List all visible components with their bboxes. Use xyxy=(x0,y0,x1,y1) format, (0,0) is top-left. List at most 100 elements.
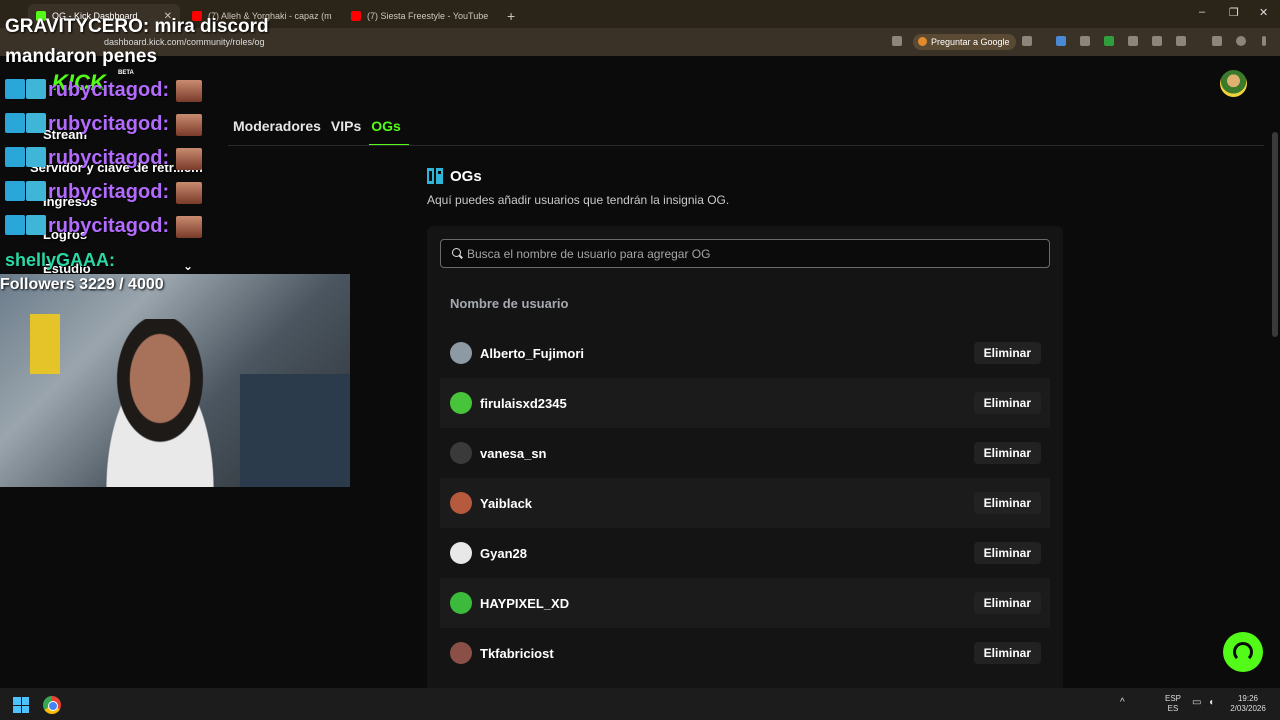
webcam-feed xyxy=(0,274,350,487)
chat-emote-icon xyxy=(176,114,202,136)
screen: OG - Kick Dashboard ✕ (7) Alleh & Yorgha… xyxy=(0,0,1280,720)
search-box xyxy=(440,239,1050,268)
chrome-taskbar-icon[interactable] xyxy=(43,696,61,714)
windows-start-icon[interactable] xyxy=(13,697,29,713)
table-row: HAYPIXEL_XD Eliminar xyxy=(440,578,1050,628)
chat-emote-icon xyxy=(176,80,202,102)
delete-button[interactable]: Eliminar xyxy=(973,342,1041,364)
windows-taskbar xyxy=(0,688,1280,720)
delete-button[interactable]: Eliminar xyxy=(973,542,1041,564)
extension-icon[interactable] xyxy=(1080,36,1090,46)
date: 2/03/2026 xyxy=(1230,704,1266,713)
delete-button[interactable]: Eliminar xyxy=(973,592,1041,614)
tab-moderadores[interactable]: Moderadores xyxy=(233,118,321,144)
avatar xyxy=(450,592,472,614)
close-tab-icon[interactable]: ✕ xyxy=(332,11,336,22)
kick-beta-label: BETA xyxy=(118,70,134,76)
close-tab-icon[interactable]: ✕ xyxy=(488,11,495,22)
user-avatar[interactable] xyxy=(1220,70,1247,97)
tab-vips[interactable]: VIPs xyxy=(331,118,361,144)
tray-chevron-icon[interactable]: ^ xyxy=(1120,698,1125,708)
og-badge-icon xyxy=(26,215,46,235)
headset-icon xyxy=(1233,642,1253,662)
username: Yaiblack xyxy=(480,495,533,511)
new-tab-button[interactable]: + xyxy=(502,4,522,28)
moderator-badge-icon xyxy=(5,79,25,99)
scrollbar[interactable] xyxy=(1272,132,1278,337)
background-bed xyxy=(240,374,350,487)
role-tabs: Moderadores VIPs OGs xyxy=(233,118,411,144)
og-badge-icon xyxy=(427,168,443,184)
chevron-down-icon[interactable]: ⌄ xyxy=(183,259,193,273)
chat-emote-icon xyxy=(176,148,202,170)
avatar xyxy=(450,492,472,514)
og-badge-icon xyxy=(26,79,46,99)
avatar xyxy=(450,342,472,364)
username: Tkfabriciost xyxy=(480,645,554,661)
tab-title: (7) Siesta Freestyle - YouTube xyxy=(367,11,489,21)
minimize-icon[interactable]: – xyxy=(1199,6,1205,18)
table-row: Tkfabriciost Eliminar xyxy=(440,628,1050,678)
moderator-badge-icon xyxy=(5,147,25,167)
section-description: Aquí puedes añadir usuarios que tendrán … xyxy=(427,193,730,207)
browser-tab-youtube-2[interactable]: (7) Siesta Freestyle - YouTube ✕ xyxy=(343,4,495,28)
username: Alberto_Fujimori xyxy=(480,345,585,361)
moderator-badge-icon xyxy=(5,181,25,201)
youtube-favicon-icon xyxy=(351,11,361,21)
chat-username: rubycitagod: xyxy=(48,215,170,237)
chat-username: rubycitagod: xyxy=(48,113,170,135)
chat-emote-icon xyxy=(176,182,202,204)
delete-button[interactable]: Eliminar xyxy=(973,642,1041,664)
profile-avatar-icon[interactable] xyxy=(1236,36,1246,46)
extensions-puzzle-icon[interactable] xyxy=(1176,36,1186,46)
extension-icon[interactable] xyxy=(1128,36,1138,46)
followers-goal: Followers 3229 / 4000 xyxy=(0,276,164,293)
reading-list-icon[interactable] xyxy=(1212,36,1222,46)
og-badge-icon xyxy=(26,113,46,133)
avatar xyxy=(450,642,472,664)
delete-button[interactable]: Eliminar xyxy=(973,442,1041,464)
extension-icon[interactable] xyxy=(1152,36,1162,46)
zoom-icon[interactable] xyxy=(892,36,902,46)
language-indicator[interactable]: ESP ES xyxy=(1164,694,1182,714)
close-window-icon[interactable]: ✕ xyxy=(1259,6,1268,19)
extension-icon[interactable] xyxy=(1104,36,1114,46)
og-badge-icon xyxy=(26,181,46,201)
ask-google-button[interactable]: Preguntar a Google xyxy=(913,34,1016,50)
table-row: vanesa_sn Eliminar xyxy=(440,428,1050,478)
menu-kebab-icon[interactable] xyxy=(1262,36,1266,46)
search-input[interactable] xyxy=(465,240,1049,267)
network-icon[interactable]: ▭ xyxy=(1192,698,1201,708)
clock[interactable]: 19:26 2/03/2026 xyxy=(1226,694,1270,714)
volume-icon[interactable]: ◖ xyxy=(1208,698,1214,708)
bookmark-star-icon[interactable] xyxy=(1022,36,1032,46)
search-icon xyxy=(441,239,465,268)
wall-poster xyxy=(30,314,60,374)
maximize-icon[interactable]: ❐ xyxy=(1229,6,1239,19)
username: vanesa_sn xyxy=(480,445,547,461)
avatar xyxy=(450,442,472,464)
lang-top: ESP xyxy=(1164,694,1181,703)
username: Gyan28 xyxy=(480,545,527,561)
chat-username: rubycitagod: xyxy=(48,181,170,203)
divider xyxy=(228,145,1264,146)
moderator-badge-icon xyxy=(5,113,25,133)
delete-button[interactable]: Eliminar xyxy=(973,492,1041,514)
moderator-badge-icon xyxy=(5,215,25,235)
chat-emote-icon xyxy=(176,216,202,238)
delete-button[interactable]: Eliminar xyxy=(973,392,1041,414)
table-row: Gyan28 Eliminar xyxy=(440,528,1050,578)
extension-icon[interactable] xyxy=(1056,36,1066,46)
tab-ogs[interactable]: OGs xyxy=(371,118,401,144)
chat-username: shellyGAAA: xyxy=(5,250,116,270)
table-row: Alberto_Fujimori Eliminar xyxy=(440,328,1050,378)
help-button[interactable] xyxy=(1223,632,1263,672)
alert-line-2: mandaron penes xyxy=(5,46,158,67)
time: 19:26 xyxy=(1237,694,1259,703)
column-header-username: Nombre de usuario xyxy=(450,296,569,311)
table-row: firulaisxd2345 Eliminar xyxy=(440,378,1050,428)
avatar xyxy=(450,542,472,564)
username: HAYPIXEL_XD xyxy=(480,595,570,611)
alert-line-1: GRAVITYCERO: mira discord xyxy=(5,16,269,37)
avatar xyxy=(450,392,472,414)
